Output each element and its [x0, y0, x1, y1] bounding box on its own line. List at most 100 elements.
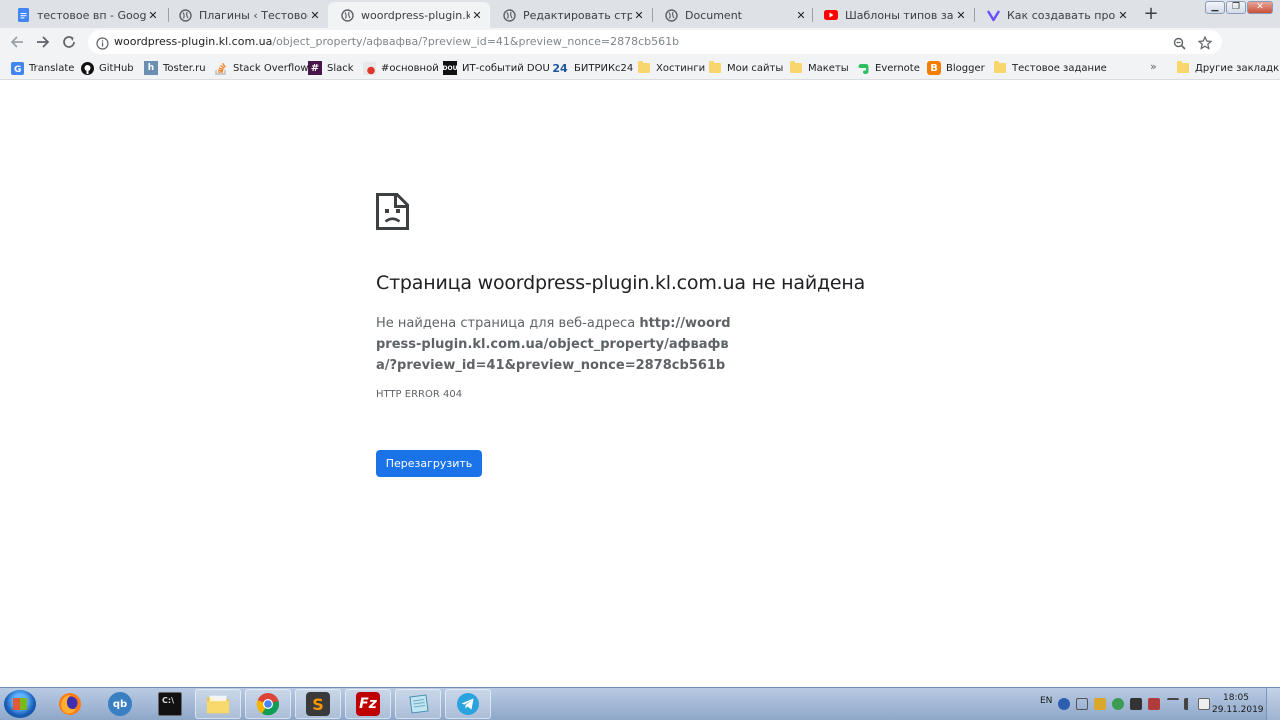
close-icon[interactable]: ✕	[632, 9, 646, 22]
tab-active-error-page[interactable]: woordpress-plugin.kl.com ✕	[328, 2, 490, 28]
channel-icon	[362, 61, 376, 75]
close-icon[interactable]: ✕	[146, 9, 160, 22]
tab-edit-page[interactable]: Редактировать страницу ✕	[490, 2, 652, 28]
reload-page-button[interactable]: Перезагрузить	[376, 450, 482, 477]
bookmark-bitrix24[interactable]: 24 БИТРИКс24	[551, 60, 633, 76]
qbittorrent-icon: qb	[108, 692, 132, 716]
close-icon[interactable]: ✕	[308, 9, 322, 22]
tab-label: Document	[685, 8, 742, 22]
arrow-right-icon	[37, 36, 50, 48]
tab-label: Редактировать страницу	[523, 8, 632, 22]
system-clock[interactable]: 18:05 29.11.2019	[1212, 692, 1264, 716]
clock-time: 18:05	[1223, 693, 1249, 703]
folder-icon	[1176, 61, 1190, 75]
bookmark-translate[interactable]: G Translate	[10, 60, 74, 76]
browser-toolbar: woordpress-plugin.kl.com.ua/object_prope…	[0, 28, 1280, 79]
url-text[interactable]: woordpress-plugin.kl.com.ua/object_prope…	[114, 35, 679, 48]
globe-icon	[178, 8, 192, 22]
start-button[interactable]	[4, 690, 36, 718]
taskbar-notepad[interactable]	[395, 689, 441, 719]
github-icon	[80, 61, 94, 75]
bitrix24-icon: 24	[552, 61, 568, 75]
zoom-icon[interactable]	[1170, 34, 1188, 52]
tab-custom-post[interactable]: Как создавать произволь ✕	[974, 2, 1136, 28]
bookmark-folder-hosting[interactable]: Хостинги	[637, 60, 705, 76]
network-settings-icon[interactable]	[1076, 698, 1088, 710]
close-icon[interactable]: ✕	[794, 9, 808, 22]
taskbar-firefox[interactable]	[47, 689, 93, 719]
bookmark-toster[interactable]: h Toster.ru	[144, 60, 206, 76]
close-icon[interactable]: ✕	[1116, 9, 1130, 22]
taskbar-file-explorer[interactable]	[195, 689, 241, 719]
reload-button[interactable]	[59, 32, 79, 52]
tab-label: Шаблоны типов записей	[845, 8, 954, 22]
new-tab-button[interactable]: +	[1139, 3, 1163, 25]
taskbar-qbittorrent[interactable]: qb	[97, 689, 143, 719]
close-icon[interactable]: ✕	[954, 9, 968, 22]
bookmark-other-bookmarks[interactable]: Другие закладки	[1176, 60, 1280, 76]
bookmark-folder-my-sites[interactable]: Мои сайты	[708, 60, 783, 76]
tab-document[interactable]: Document ✕	[652, 2, 814, 28]
bookmark-label: ИТ-событий DOU	[462, 62, 550, 74]
error-page: Страница woordpress-plugin.kl.com.ua не …	[0, 81, 1280, 687]
svg-text:G: G	[14, 65, 21, 75]
bookmark-blogger[interactable]: B Blogger	[927, 60, 985, 76]
tab-label: Как создавать произволь	[1007, 8, 1116, 22]
tray-app-icon[interactable]	[1112, 698, 1124, 710]
tab-youtube[interactable]: Шаблоны типов записей ✕	[812, 2, 974, 28]
star-icon[interactable]	[1196, 34, 1214, 52]
help-icon[interactable]	[1058, 698, 1070, 710]
close-icon[interactable]: ✕	[470, 9, 484, 22]
maximize-button[interactable]: ❐	[1226, 1, 1246, 14]
bookmark-evernote[interactable]: Evernote	[856, 60, 920, 76]
globe-icon	[502, 8, 516, 22]
bookmark-dou[interactable]: DOU ИТ-событий DOU	[443, 60, 550, 76]
site-icon	[986, 8, 1000, 22]
clock-date: 29.11.2019	[1212, 705, 1264, 715]
language-indicator[interactable]: EN	[1040, 696, 1052, 706]
bookmark-label: БИТРИКс24	[574, 62, 634, 74]
bookmark-main-channel[interactable]: #основной	[362, 60, 439, 76]
bookmarks-overflow-button[interactable]: »	[1150, 60, 1157, 73]
stackoverflow-icon	[214, 61, 228, 75]
forward-button[interactable]	[33, 32, 53, 52]
bookmark-label: Мои сайты	[727, 62, 784, 74]
error-code: HTTP ERROR 404	[376, 389, 463, 400]
bookmark-github[interactable]: GitHub	[80, 60, 134, 76]
folder-icon	[206, 692, 230, 716]
volume-icon[interactable]	[1184, 698, 1196, 710]
chrome-icon	[256, 692, 280, 716]
window-close-button[interactable]: ✕	[1247, 1, 1273, 14]
address-bar[interactable]: woordpress-plugin.kl.com.ua/object_prope…	[88, 30, 1222, 54]
bookmark-label: Тестовое задание	[1012, 62, 1107, 74]
sublime-text-icon: S	[306, 692, 330, 716]
notification-icon[interactable]	[1198, 698, 1210, 710]
tab-label: woordpress-plugin.kl.com	[361, 8, 470, 22]
info-icon[interactable]	[96, 35, 109, 54]
tray-app-icon[interactable]	[1094, 698, 1106, 710]
show-desktop-button[interactable]	[1266, 688, 1280, 720]
bookmark-label: Slack	[327, 62, 354, 74]
back-button[interactable]	[7, 32, 27, 52]
bookmark-folder-test-task[interactable]: Тестовое задание	[993, 60, 1107, 76]
folder-icon	[637, 61, 651, 75]
notepad-icon	[406, 692, 430, 716]
bookmark-stackoverflow[interactable]: Stack Overflow	[214, 60, 309, 76]
taskbar-telegram[interactable]	[445, 689, 491, 719]
taskbar-sublime-text[interactable]: S	[295, 689, 341, 719]
tab-label: Плагины ‹ Тестовое зада	[199, 8, 308, 22]
minimize-button[interactable]: ▁	[1205, 1, 1225, 14]
translate-icon: G	[10, 61, 24, 75]
tray-app-icon[interactable]	[1130, 698, 1142, 710]
tab-google-docs[interactable]: тестовое вп - Google Док ✕	[4, 2, 166, 28]
bookmark-label: Evernote	[875, 62, 920, 74]
tab-plugins[interactable]: Плагины ‹ Тестовое зада ✕	[166, 2, 328, 28]
bookmark-label: #основной	[381, 62, 439, 74]
bookmark-folder-mockups[interactable]: Макеты	[789, 60, 849, 76]
network-icon[interactable]	[1167, 698, 1179, 710]
taskbar-terminal[interactable]: C:\	[147, 689, 193, 719]
taskbar-filezilla[interactable]: Fz	[345, 689, 391, 719]
bookmark-slack[interactable]: # Slack	[308, 60, 354, 76]
tray-app-icon[interactable]	[1148, 698, 1160, 710]
taskbar-chrome[interactable]	[245, 689, 291, 719]
